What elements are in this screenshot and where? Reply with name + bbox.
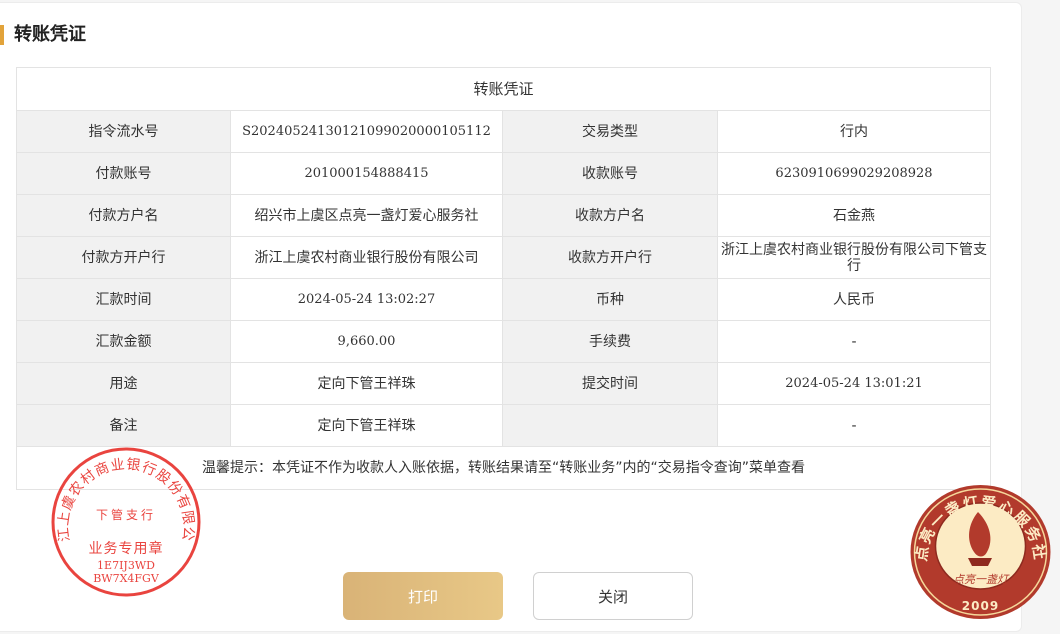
print-button[interactable]: 打印 <box>343 572 503 620</box>
table-row: 汇款时间 2024-05-24 13:02:27 币种 人民币 <box>16 278 992 321</box>
field-value: - <box>716 320 992 363</box>
table-row: 付款方开户行 浙江上虞农村商业银行股份有限公司 收款方开户行 浙江上虞农村商业银… <box>16 236 992 279</box>
field-label: 手续费 <box>502 320 718 363</box>
lamp-base-icon <box>968 558 992 566</box>
field-label: 备注 <box>16 404 231 447</box>
seal-code-1: 1E7IJ3WD <box>97 559 155 572</box>
field-label: 用途 <box>16 362 231 405</box>
title-accent-bar <box>0 25 4 45</box>
field-value: 201000154888415 <box>230 152 503 195</box>
field-value: 2024-05-24 13:02:27 <box>230 278 503 321</box>
field-value: - <box>716 404 992 447</box>
field-label: 付款账号 <box>16 152 231 195</box>
field-value: 6230910699029208928 <box>716 152 992 195</box>
field-value: 浙江上虞农村商业银行股份有限公司 <box>230 236 503 279</box>
table-row: 备注 定向下管王祥珠 - <box>16 404 992 447</box>
table-row: 付款方户名 绍兴市上虞区点亮一盏灯爱心服务社 收款方户名 石金燕 <box>16 194 992 237</box>
field-value: 定向下管王祥珠 <box>230 404 503 447</box>
field-label: 提交时间 <box>502 362 718 405</box>
field-label: 汇款时间 <box>16 278 231 321</box>
field-label: 收款方户名 <box>502 194 718 237</box>
field-label: 付款方户名 <box>16 194 231 237</box>
field-label: 汇款金额 <box>16 320 231 363</box>
field-label: 币种 <box>502 278 718 321</box>
field-label: 付款方开户行 <box>16 236 231 279</box>
org-seal-year: 2009 <box>962 599 999 613</box>
field-label: 收款账号 <box>502 152 718 195</box>
field-label: 收款方开户行 <box>502 236 718 279</box>
field-value: 行内 <box>716 110 992 153</box>
table-row: 用途 定向下管王祥珠 提交时间 2024-05-24 13:01:21 <box>16 362 992 405</box>
org-seal-center-text: 点亮一盏灯 <box>953 573 1010 586</box>
organization-seal-stamp: 点亮一盏灯爱心服务社 点亮一盏灯 2009 <box>910 485 1051 619</box>
field-value: 人民币 <box>716 278 992 321</box>
seal-branch: 下管支行 <box>96 507 156 522</box>
seal-ring-text: 浙江上虞农村商业银行股份有限公司 <box>50 446 196 542</box>
field-value: 绍兴市上虞区点亮一盏灯爱心服务社 <box>230 194 503 237</box>
field-value: 浙江上虞农村商业银行股份有限公司下管支行 <box>716 236 992 279</box>
table-row: 付款账号 201000154888415 收款账号 62309106990292… <box>16 152 992 195</box>
bank-seal-stamp: 浙江上虞农村商业银行股份有限公司 下管支行 业务专用章 1E7IJ3WD BW7… <box>50 446 201 597</box>
field-value: S20240524130121099020000105112 <box>230 110 503 153</box>
field-value: 定向下管王祥珠 <box>230 362 503 405</box>
field-value: 2024-05-24 13:01:21 <box>716 362 992 405</box>
field-value: 石金燕 <box>716 194 992 237</box>
seal-code-2: BW7X4FGV <box>93 572 160 585</box>
field-label: 指令流水号 <box>16 110 231 153</box>
table-row: 汇款金额 9,660.00 手续费 - <box>16 320 992 363</box>
field-value: 9,660.00 <box>230 320 503 363</box>
close-button[interactable]: 关闭 <box>533 572 693 620</box>
seal-purpose: 业务专用章 <box>89 540 164 557</box>
voucher-caption-row: 转账凭证 <box>15 67 992 111</box>
voucher-caption: 转账凭证 <box>15 67 992 111</box>
voucher-table: 转账凭证 指令流水号 S2024052413012109902000010511… <box>15 67 992 490</box>
table-row: 指令流水号 S20240524130121099020000105112 交易类… <box>16 110 992 153</box>
page-title: 转账凭证 <box>14 24 86 45</box>
field-label <box>502 404 718 447</box>
field-label: 交易类型 <box>502 110 718 153</box>
